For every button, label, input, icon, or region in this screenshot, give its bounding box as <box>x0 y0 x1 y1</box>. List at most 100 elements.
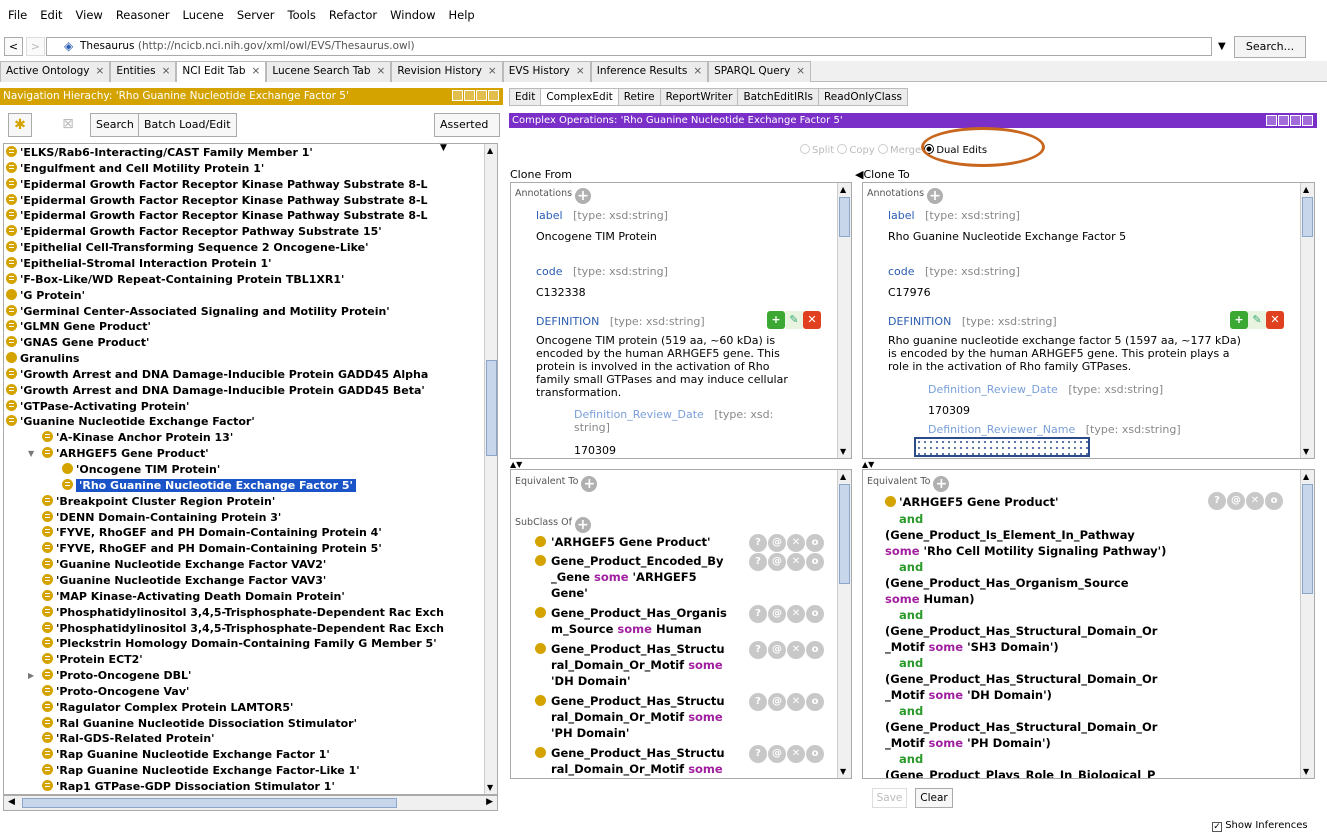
tab-retire[interactable]: Retire <box>617 88 661 106</box>
explain-icon[interactable]: ? <box>749 605 767 623</box>
tab-sparql-query[interactable]: SPARQL Query × <box>708 61 812 82</box>
tree-item[interactable]: 'Phosphatidylinositol 3,4,5-Trisphosphat… <box>42 605 444 621</box>
edit-axiom-icon[interactable]: o <box>1265 492 1283 510</box>
close-tab-icon[interactable]: × <box>693 65 702 77</box>
remove-icon[interactable]: ✕ <box>787 534 805 552</box>
split-divider[interactable]: ▲▼ <box>510 460 522 469</box>
tree-item[interactable]: 'ELKS/Rab6-Interacting/CAST Family Membe… <box>6 145 313 161</box>
close-tab-icon[interactable]: × <box>488 65 497 77</box>
menu-view[interactable]: View <box>76 8 103 22</box>
tab-complexedit[interactable]: ComplexEdit <box>540 88 619 106</box>
tree-item[interactable]: 'A-Kinase Anchor Protein 13' <box>42 430 233 446</box>
clear-button[interactable]: Clear <box>915 788 953 808</box>
menu-lucene[interactable]: Lucene <box>183 8 224 22</box>
tree-item[interactable]: 'Epidermal Growth Factor Receptor Kinase… <box>6 177 428 193</box>
tree-item[interactable]: 'Engulfment and Cell Motility Protein 1' <box>6 161 264 177</box>
remove-icon[interactable]: ✕ <box>787 641 805 659</box>
tab-edit[interactable]: Edit <box>509 88 542 106</box>
tab-readonlyclass[interactable]: ReadOnlyClass <box>817 88 909 106</box>
remove-icon[interactable]: ✕ <box>1246 492 1264 510</box>
tree-item[interactable]: 'F-Box-Like/WD Repeat-Containing Protein… <box>6 272 344 288</box>
tab-entities[interactable]: Entities × <box>110 61 177 82</box>
close-tab-icon[interactable]: × <box>96 65 105 77</box>
explain-icon[interactable]: ? <box>749 745 767 763</box>
tree-item[interactable]: 'Protein ECT2' <box>42 652 143 668</box>
add-subclass-icon[interactable]: ✱ <box>8 113 32 137</box>
annotate-icon[interactable]: @ <box>768 693 786 711</box>
tree-item[interactable]: 'Germinal Center-Associated Signaling an… <box>6 304 390 320</box>
split-divider[interactable]: ▲▼ <box>862 460 874 469</box>
annotate-icon[interactable]: @ <box>768 745 786 763</box>
tree-horizontal-scrollbar[interactable]: ◀ ▶ <box>3 795 498 811</box>
tree-item[interactable]: 'Guanine Nucleotide Exchange Factor' <box>6 414 255 430</box>
tab-revision-history[interactable]: Revision History × <box>391 61 503 82</box>
tree-item[interactable]: 'FYVE, RhoGEF and PH Domain-Containing P… <box>42 525 382 541</box>
back-button[interactable]: < <box>4 37 23 56</box>
batch-load-button[interactable]: Batch Load/Edit <box>138 113 237 137</box>
tree-search-button[interactable]: Search <box>90 113 140 137</box>
tree-item[interactable]: 'Epithelial-Stromal Interaction Protein … <box>6 256 272 272</box>
add-equivalent-icon[interactable]: + <box>581 476 598 492</box>
tree-item[interactable]: 'Growth Arrest and DNA Damage-Inducible … <box>6 383 425 399</box>
edit-axiom-icon[interactable]: o <box>806 745 824 763</box>
annotate-icon[interactable]: @ <box>768 553 786 571</box>
tree-item[interactable]: 'Pleckstrin Homology Domain-Containing F… <box>42 636 437 652</box>
hierarchy-mode-select[interactable]: Asserted ▼ <box>434 113 500 153</box>
tree-item[interactable]: Granulins <box>6 351 79 367</box>
add-annotation-icon[interactable]: + <box>927 188 944 204</box>
menu-window[interactable]: Window <box>390 8 435 22</box>
menu-server[interactable]: Server <box>237 8 275 22</box>
delete-icon[interactable]: ✕ <box>803 311 821 329</box>
menu-help[interactable]: Help <box>448 8 474 22</box>
radio-split[interactable]: Split <box>800 144 834 156</box>
save-button[interactable]: Save <box>872 788 907 808</box>
annotate-icon[interactable]: @ <box>768 605 786 623</box>
add-superclass-icon[interactable]: + <box>574 517 591 533</box>
tree-item[interactable]: 'Ral-GDS-Related Protein' <box>42 731 215 747</box>
expanded-arrow-icon[interactable]: ▼ <box>28 446 34 462</box>
annotate-icon[interactable]: @ <box>1227 492 1245 510</box>
tree-item[interactable]: 'GNAS Gene Product' <box>6 335 149 351</box>
remove-icon[interactable]: ✕ <box>787 693 805 711</box>
tab-lucene-search-tab[interactable]: Lucene Search Tab × <box>266 61 392 82</box>
window-controls[interactable] <box>452 90 499 101</box>
scrollbar[interactable]: ▲ ▼ <box>1300 470 1314 778</box>
show-inferences-toggle[interactable]: ✓ Show Inferences <box>1212 820 1308 832</box>
tree-item[interactable]: 'Growth Arrest and DNA Damage-Inducible … <box>6 367 428 383</box>
tree-item[interactable]: 'FYVE, RhoGEF and PH Domain-Containing P… <box>42 541 382 557</box>
close-tab-icon[interactable]: × <box>576 65 585 77</box>
close-tab-icon[interactable]: × <box>252 65 261 77</box>
reviewer-name-input[interactable] <box>914 437 1090 457</box>
tree-item[interactable]: 'Ral Guanine Nucleotide Dissociation Sti… <box>42 716 357 732</box>
edit-icon[interactable]: ✎ <box>1248 311 1266 329</box>
tree-item[interactable]: 'GLMN Gene Product' <box>6 319 151 335</box>
edit-axiom-icon[interactable]: o <box>806 641 824 659</box>
edit-axiom-icon[interactable]: o <box>806 553 824 571</box>
radio-merge[interactable]: Merge <box>877 144 921 156</box>
explain-icon[interactable]: ? <box>749 641 767 659</box>
delete-icon[interactable]: ✕ <box>1266 311 1284 329</box>
tree-item[interactable]: 'Rap Guanine Nucleotide Exchange Factor … <box>42 747 330 763</box>
add-equivalent-icon[interactable]: + <box>933 476 950 492</box>
tree-item[interactable]: 'Epithelial Cell-Transforming Sequence 2… <box>6 240 368 256</box>
collapsed-arrow-icon[interactable]: ▶ <box>28 668 34 684</box>
explain-icon[interactable]: ? <box>749 553 767 571</box>
add-annotation-icon[interactable]: + <box>575 188 592 204</box>
tree-item[interactable]: 'Rap Guanine Nucleotide Exchange Factor-… <box>42 763 360 779</box>
tab-reportwriter[interactable]: ReportWriter <box>659 88 739 106</box>
remove-icon[interactable]: ✕ <box>787 745 805 763</box>
tree-item[interactable]: 'Epidermal Growth Factor Receptor Kinase… <box>6 193 428 209</box>
annotate-icon[interactable]: @ <box>768 641 786 659</box>
tree-item[interactable]: 'Epidermal Growth Factor Receptor Pathwa… <box>6 224 382 240</box>
menu-reasoner[interactable]: Reasoner <box>116 8 170 22</box>
remove-icon[interactable]: ✕ <box>787 605 805 623</box>
tree-item[interactable]: 'Breakpoint Cluster Region Protein' <box>42 494 275 510</box>
tree-item[interactable]: 'MAP Kinase-Activating Death Domain Prot… <box>42 589 345 605</box>
edit-axiom-icon[interactable]: o <box>806 693 824 711</box>
menu-file[interactable]: File <box>8 8 27 22</box>
tree-item[interactable]: 'Proto-Oncogene Vav' <box>42 684 189 700</box>
explain-icon[interactable]: ? <box>749 534 767 552</box>
search-button[interactable]: Search... <box>1234 36 1306 58</box>
tab-inference-results[interactable]: Inference Results × <box>590 61 709 82</box>
tree-item[interactable]: ▶ 'Proto-Oncogene DBL' <box>28 668 191 684</box>
